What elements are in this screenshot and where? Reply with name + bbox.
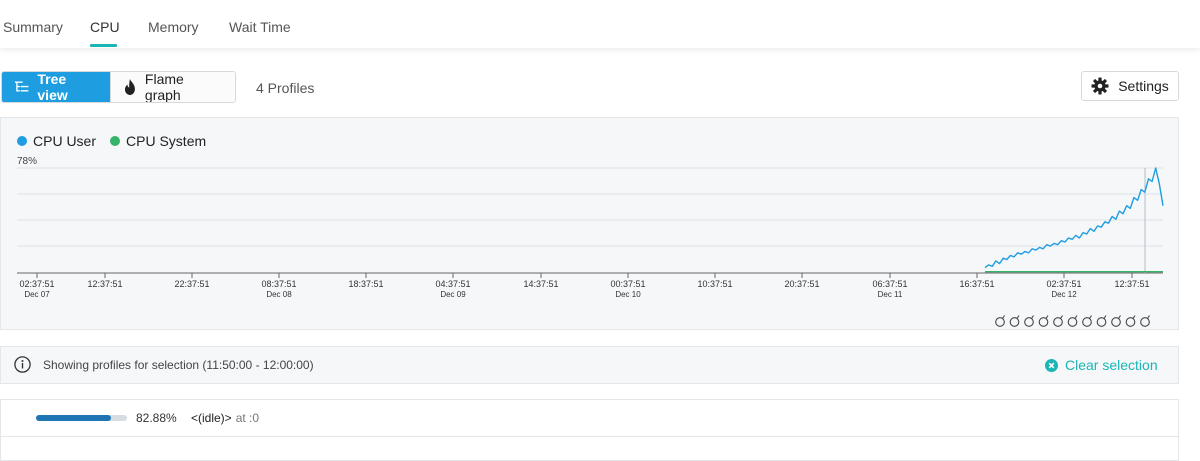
- table-row[interactable]: 82.88% <(idle)> at :0: [1, 400, 1178, 437]
- deploy-marker-icon[interactable]: [1024, 315, 1034, 327]
- active-tab-indicator: [90, 44, 117, 47]
- top-tab-bar: Summary CPU Memory Wait Time: [0, 0, 1200, 48]
- x-tick-label: 02:37:51: [1046, 279, 1081, 289]
- deploy-marker-icon[interactable]: [995, 315, 1005, 327]
- settings-button[interactable]: Settings: [1081, 71, 1179, 101]
- deploy-marker-icon[interactable]: [1038, 315, 1049, 327]
- view-toggle-group: Tree view Flame graph: [1, 71, 236, 103]
- row-percent: 82.88%: [136, 411, 177, 425]
- cpu-chart-plot[interactable]: 78%02:37:51Dec 0712:37:51 22:37:51 08:37:5…: [1, 118, 1178, 329]
- tab-summary[interactable]: Summary: [3, 19, 63, 35]
- x-tick-date-label: Dec 07: [24, 290, 50, 299]
- deploy-marker-icon[interactable]: [1053, 315, 1063, 327]
- deploy-marker-icon[interactable]: [1067, 315, 1078, 327]
- x-tick-label: 20:37:51: [784, 279, 819, 289]
- x-tick-date-label: Dec 09: [440, 290, 466, 299]
- series-line-cpu-user: [984, 167, 1164, 269]
- x-tick-label: 22:37:51: [174, 279, 209, 289]
- x-tick-label: 08:37:51: [261, 279, 296, 289]
- x-tick-label: 12:37:51: [87, 279, 122, 289]
- cpu-chart-panel[interactable]: CPU User CPU System 78% 02:37:51 Dec 07 12:…: [0, 117, 1179, 330]
- deploy-marker-icon[interactable]: [1125, 315, 1136, 327]
- row-function-name: <(idle)>: [191, 411, 232, 425]
- tree-view-button[interactable]: Tree view: [2, 72, 110, 102]
- x-tick-date-label: Dec 12: [1051, 290, 1077, 299]
- deploy-marker-icon[interactable]: [1096, 315, 1107, 327]
- x-tick-label: 10:37:51: [697, 279, 732, 289]
- tree-icon: [14, 81, 29, 92]
- deploy-marker-icon[interactable]: [1111, 315, 1121, 327]
- settings-label: Settings: [1118, 78, 1169, 94]
- flame-graph-label: Flame graph: [144, 71, 184, 103]
- tree-view-label: Tree view: [37, 71, 68, 103]
- profile-tree-list: 82.88% <(idle)> at :0: [0, 399, 1179, 461]
- deploy-marker-icon[interactable]: [1140, 315, 1150, 327]
- x-tick-label: 04:37:51: [435, 279, 470, 289]
- row-function: <(idle)> at :0: [191, 411, 259, 425]
- clear-selection-label: Clear selection: [1065, 357, 1158, 373]
- x-tick-date-label: Dec 10: [615, 290, 641, 299]
- x-tick-label: 06:37:51: [872, 279, 907, 289]
- x-tick-label: 00:37:51: [610, 279, 645, 289]
- deploy-marker-icon[interactable]: [1009, 315, 1020, 327]
- percent-bar-fill: [36, 415, 112, 421]
- x-tick-label: 18:37:51: [348, 279, 383, 289]
- tab-wait-time[interactable]: Wait Time: [229, 19, 291, 35]
- x-tick-label: 02:37:51: [19, 279, 54, 289]
- selection-range-text: Showing profiles for selection (11:50:00…: [43, 358, 314, 372]
- selection-info-bar: Showing profiles for selection (11:50:00…: [0, 346, 1179, 384]
- tab-memory[interactable]: Memory: [148, 19, 199, 35]
- deploy-marker-icon[interactable]: [1082, 315, 1092, 327]
- x-tick-label: 14:37:51: [523, 279, 558, 289]
- row-function-location: at :0: [235, 411, 260, 425]
- x-tick-label: 16:37:51: [959, 279, 994, 289]
- x-tick-label: 12:37:51: [1114, 279, 1149, 289]
- x-tick-date-label: Dec 08: [266, 290, 292, 299]
- gear-icon: [1091, 77, 1109, 95]
- clear-selection-button[interactable]: Clear selection: [1045, 357, 1158, 373]
- tab-cpu[interactable]: CPU: [90, 19, 120, 35]
- profiles-count: 4 Profiles: [256, 80, 315, 96]
- flame-graph-button[interactable]: Flame graph: [110, 72, 235, 102]
- info-icon: [14, 356, 31, 373]
- x-tick-date-label: Dec 11: [878, 290, 903, 299]
- y-axis-max-label: 78%: [17, 156, 37, 167]
- percent-bar-track: [36, 415, 127, 421]
- flame-icon: [124, 79, 135, 95]
- clear-icon: [1045, 358, 1058, 372]
